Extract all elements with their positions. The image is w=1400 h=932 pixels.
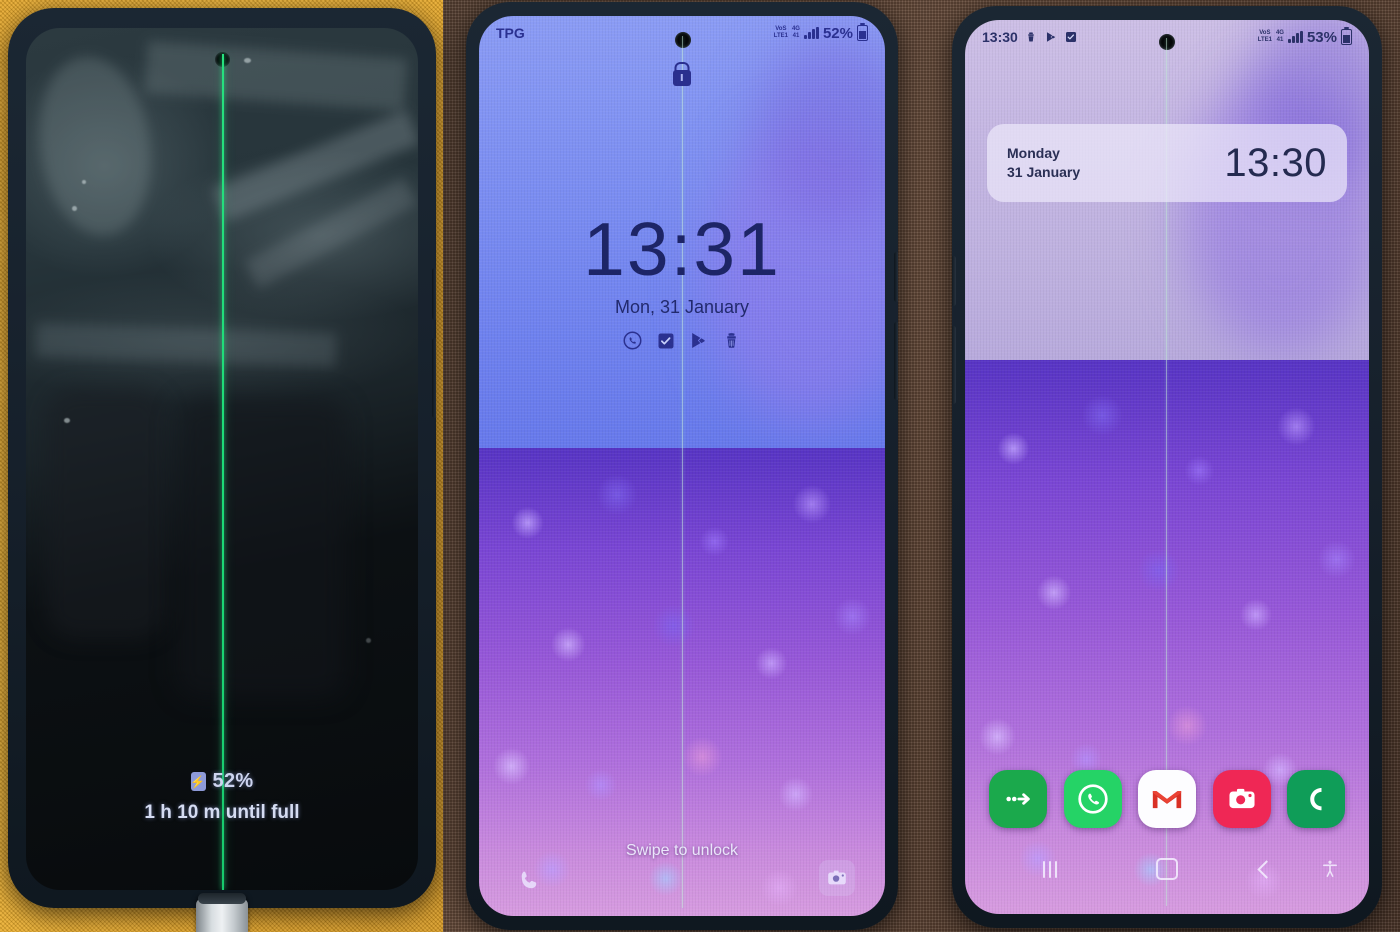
phone-right-screen[interactable]: 13:30 VoS LTE1 4G 41 53% Monday 31 Janua… xyxy=(965,20,1369,914)
instagram-camera-icon[interactable] xyxy=(1212,770,1271,828)
screen-reflection xyxy=(28,49,162,243)
battery-icon xyxy=(1341,26,1352,45)
power-button[interactable] xyxy=(432,338,436,418)
dust-speck xyxy=(72,206,77,211)
recents-icon[interactable] xyxy=(1033,852,1067,886)
lock-icon xyxy=(673,70,691,86)
status-bar-left: 13:30 xyxy=(982,29,1078,45)
signal-bars-icon xyxy=(1287,31,1303,43)
phone-right[interactable]: 13:30 VoS LTE1 4G 41 53% Monday 31 Janua… xyxy=(952,6,1382,928)
battery-percent: 53% xyxy=(1306,28,1337,46)
battery-percent: 52% xyxy=(822,24,853,42)
phone-icon[interactable] xyxy=(1287,770,1345,828)
power-button[interactable] xyxy=(894,322,898,400)
navigation-bar xyxy=(965,848,1369,890)
clock-widget-day: Monday xyxy=(1007,145,1060,162)
charging-status: ⚡ 52% 1 h 10 m until full xyxy=(26,770,418,824)
status-bar: TPG VoS LTE1 4G 41 52% xyxy=(479,16,885,50)
lockscreen-clock: 13:31 xyxy=(583,207,781,291)
back-icon[interactable] xyxy=(1249,852,1283,886)
whatsapp-icon[interactable] xyxy=(622,330,643,351)
home-icon[interactable] xyxy=(1150,852,1184,886)
battery-percent: 52% xyxy=(212,770,254,792)
signal-bars-icon xyxy=(803,27,819,39)
screen-reflection xyxy=(176,398,346,698)
dust-speck xyxy=(82,180,86,184)
battery-percent-row: ⚡ 52% xyxy=(26,770,418,793)
checkbox-icon xyxy=(1065,31,1078,44)
status-bar-right: VoS LTE1 4G 41 53% xyxy=(1257,26,1352,46)
power-button[interactable] xyxy=(952,326,956,404)
swipe-to-unlock-hint: Swipe to unlock xyxy=(625,842,739,859)
lockscreen-notification-icons xyxy=(479,330,885,351)
clock-widget[interactable]: Monday 31 January 13:30 xyxy=(987,124,1347,202)
clean-broom-icon xyxy=(1025,31,1038,44)
screenshot-stage: ⚡ 52% 1 h 10 m until full TPG VoS LTE1 4… xyxy=(0,0,1400,932)
screen-reflection xyxy=(46,388,166,638)
gmail-icon[interactable] xyxy=(1138,770,1196,828)
network-4g-icon: 4G 41 xyxy=(791,26,800,39)
app-dock xyxy=(979,770,1355,828)
volte-icon: VoS LTE1 xyxy=(773,26,788,39)
volume-button[interactable] xyxy=(432,268,436,320)
screen-reflection xyxy=(144,40,408,112)
volume-button[interactable] xyxy=(894,252,898,302)
phone-middle[interactable]: TPG VoS LTE1 4G 41 52% 13:31 Mon, 31 Jan… xyxy=(466,2,898,930)
volte-icon: VoS LTE1 xyxy=(1257,30,1272,43)
screen-reflection xyxy=(35,322,337,368)
dust-speck xyxy=(64,418,70,423)
phone-middle-screen[interactable]: TPG VoS LTE1 4G 41 52% 13:31 Mon, 31 Jan… xyxy=(479,16,885,916)
lockscreen-date: Mon, 31 January xyxy=(614,297,750,317)
camera-icon[interactable] xyxy=(819,860,855,896)
phone-icon[interactable] xyxy=(511,862,547,898)
play-store-icon xyxy=(1045,31,1058,44)
wallpaper-flowers xyxy=(965,359,1369,914)
status-bar: 13:30 VoS LTE1 4G 41 53% xyxy=(965,20,1369,54)
green-line-defect xyxy=(222,54,224,890)
green-line-defect xyxy=(682,36,683,908)
clean-broom-icon[interactable] xyxy=(721,330,742,351)
clock-widget-date: Monday 31 January xyxy=(1007,144,1080,182)
volume-button[interactable] xyxy=(952,256,956,306)
whatsapp-icon[interactable] xyxy=(1063,770,1122,828)
clock-widget-month-day: 31 January xyxy=(1007,164,1081,180)
checkbox-icon[interactable] xyxy=(655,330,676,351)
clock-widget-time: 13:30 xyxy=(1224,140,1327,185)
dust-speck xyxy=(244,58,251,63)
accessibility-icon[interactable] xyxy=(1315,854,1345,884)
dust-speck xyxy=(366,638,371,643)
usb-c-cable xyxy=(196,893,248,932)
battery-icon xyxy=(857,22,868,41)
play-store-icon[interactable] xyxy=(688,330,709,351)
network-4g-icon: 4G 41 xyxy=(1275,30,1284,43)
messages-icon[interactable] xyxy=(989,770,1047,828)
status-bar-left: TPG xyxy=(496,25,525,41)
phone-left-screen[interactable]: ⚡ 52% 1 h 10 m until full xyxy=(26,28,418,890)
charge-eta-text: 1 h 10 m until full xyxy=(144,802,300,823)
status-bar-right: VoS LTE1 4G 41 52% xyxy=(773,22,868,42)
status-bar-time: 13:30 xyxy=(982,29,1018,45)
charging-bolt-battery-icon: ⚡ xyxy=(190,772,206,791)
carrier-label: TPG xyxy=(496,25,525,41)
phone-left[interactable]: ⚡ 52% 1 h 10 m until full xyxy=(8,8,436,908)
